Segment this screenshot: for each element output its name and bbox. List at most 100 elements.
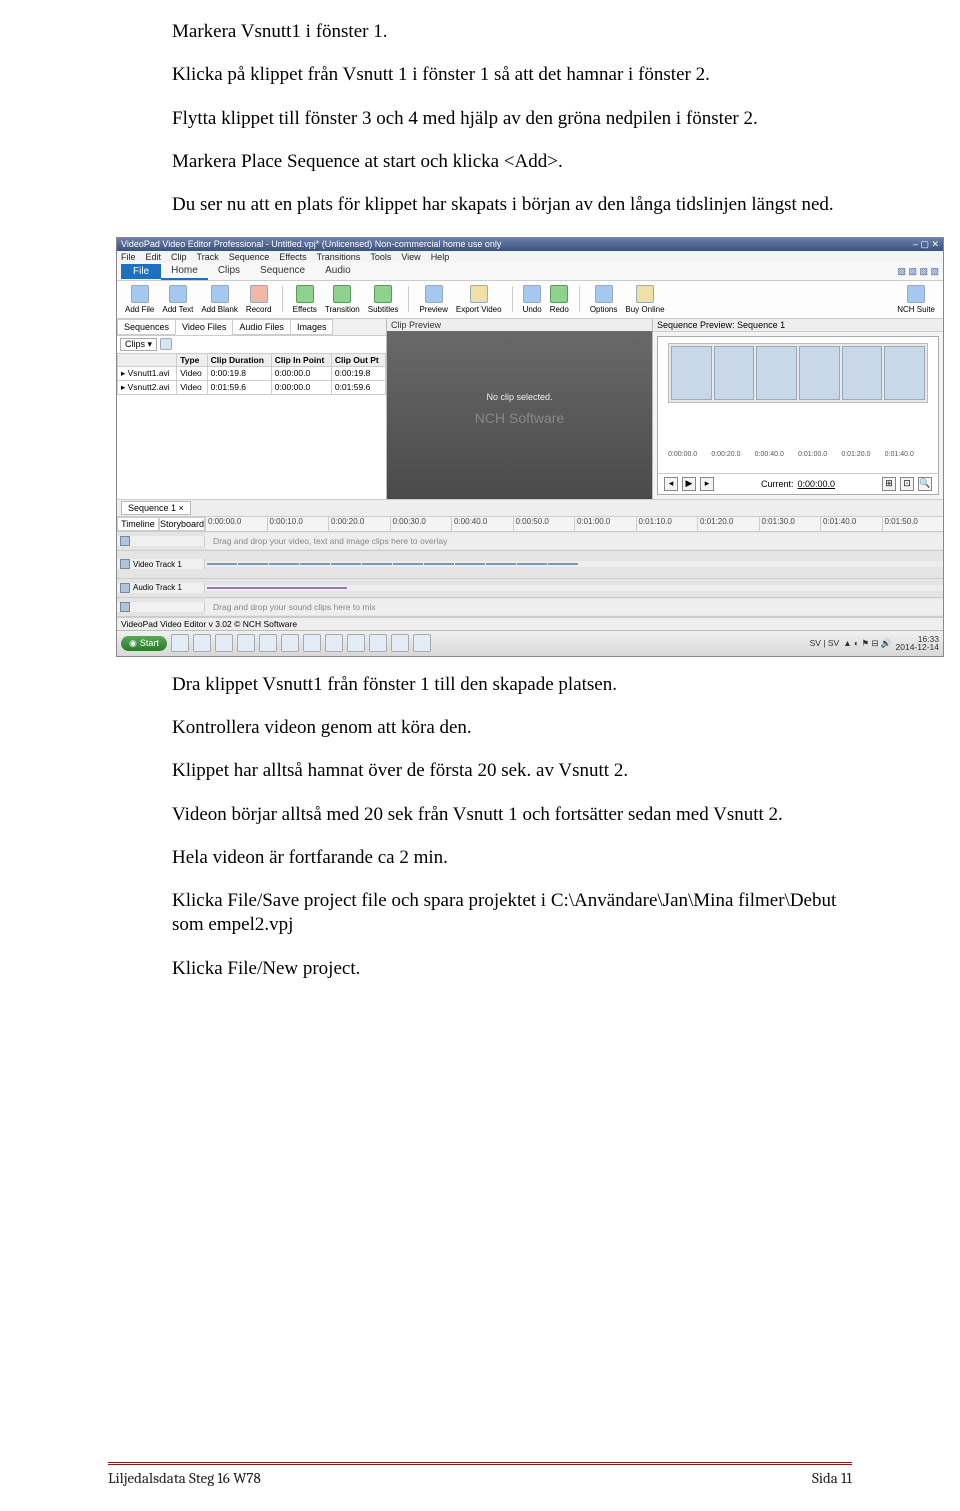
menu-sequence[interactable]: Sequence	[229, 252, 270, 262]
start-button[interactable]: ◉ Start	[121, 636, 167, 651]
clip-thumb[interactable]	[207, 563, 237, 565]
menu-help[interactable]: Help	[431, 252, 450, 262]
clip-thumb[interactable]	[362, 563, 392, 565]
clip-cell: 0:00:00.0	[271, 380, 331, 394]
clips-dropdown[interactable]: Clips ▾	[120, 338, 157, 351]
prev-button[interactable]: ◂	[664, 477, 678, 491]
taskbar-app-icon[interactable]	[325, 634, 343, 652]
ribbon-tab-sequence[interactable]: Sequence	[250, 263, 315, 280]
taskbar-app-icon[interactable]	[369, 634, 387, 652]
paragraph: Videon börjar alltså med 20 sek från Vsn…	[172, 803, 852, 827]
clip-thumb[interactable]	[331, 563, 361, 565]
toolbar-label: Record	[246, 305, 272, 314]
video-track[interactable]: Video Track 1	[117, 551, 943, 579]
clip-thumb[interactable]	[424, 563, 454, 565]
buy-online-icon	[636, 285, 654, 303]
timeline-mode-timeline[interactable]: Timeline	[117, 517, 159, 531]
effects-button[interactable]: Effects	[291, 285, 319, 314]
audio-track[interactable]: Audio Track 1	[117, 579, 943, 598]
nch-label: NCH Suite	[897, 305, 935, 314]
menu-edit[interactable]: Edit	[146, 252, 162, 262]
taskbar-app-icon[interactable]	[391, 634, 409, 652]
taskbar-app-icon[interactable]	[347, 634, 365, 652]
ruler-tick: 0:00:40.0	[755, 451, 798, 458]
clip-row[interactable]: ▸ Vsnutt2.aviVideo0:01:59.60:00:00.00:01…	[118, 380, 386, 394]
menu-view[interactable]: View	[401, 252, 420, 262]
zoom-icon[interactable]: 🔍	[918, 477, 932, 491]
taskbar-app-icon[interactable]	[237, 634, 255, 652]
tool2-icon[interactable]: ⊡	[900, 477, 914, 491]
bin-tab-video-files[interactable]: Video Files	[175, 319, 233, 335]
clip-cell: 0:00:00.0	[271, 366, 331, 380]
sequence-tab[interactable]: Sequence 1 ×	[121, 501, 191, 515]
menu-tools[interactable]: Tools	[370, 252, 391, 262]
preview-button[interactable]: Preview	[417, 285, 449, 314]
ruler-tick: 0:01:30.0	[759, 517, 821, 531]
redo-button[interactable]: Redo	[548, 285, 571, 314]
clip-thumb[interactable]	[300, 563, 330, 565]
play-button[interactable]: ▶	[682, 477, 696, 491]
clip-row[interactable]: ▸ Vsnutt1.aviVideo0:00:19.80:00:00.00:00…	[118, 366, 386, 380]
file-tab[interactable]: File	[121, 264, 161, 279]
menu-clip[interactable]: Clip	[171, 252, 187, 262]
taskbar-app-icon[interactable]	[413, 634, 431, 652]
taskbar-app-icon[interactable]	[259, 634, 277, 652]
overlay-track[interactable]: Drag and drop your video, text and image…	[117, 532, 943, 551]
ruler-tick: 0:01:00.0	[574, 517, 636, 531]
add-file-button[interactable]: Add File	[123, 285, 156, 314]
ruler-tick: 0:00:00.0	[668, 451, 711, 458]
column-header: Type	[177, 353, 207, 366]
menu-file[interactable]: File	[121, 252, 136, 262]
add-text-button[interactable]: Add Text	[160, 285, 195, 314]
clip-preview-header: Clip Preview	[387, 319, 652, 331]
clip-thumb[interactable]	[486, 563, 516, 565]
clip-cell: Video	[177, 366, 207, 380]
sound-track[interactable]: Drag and drop your sound clips here to m…	[117, 598, 943, 617]
tray-lang: SV | SV	[810, 638, 840, 648]
taskbar-app-icon[interactable]	[193, 634, 211, 652]
taskbar-app-icon[interactable]	[215, 634, 233, 652]
clip-thumb[interactable]	[238, 563, 268, 565]
menu-effects[interactable]: Effects	[279, 252, 306, 262]
toolbar-label: Add Text	[162, 305, 193, 314]
paragraph: Klicka File/New project.	[172, 957, 852, 981]
add-icon[interactable]	[160, 338, 172, 350]
ribbon-tab-audio[interactable]: Audio	[315, 263, 361, 280]
nch-suite-button[interactable]: NCH Suite	[895, 285, 937, 314]
bin-tab-sequences[interactable]: Sequences	[117, 319, 176, 335]
clip-cell: ▸ Vsnutt2.avi	[118, 380, 177, 394]
clip-thumb[interactable]	[393, 563, 423, 565]
sound-hint: Drag and drop your sound clips here to m…	[205, 599, 943, 615]
paragraph: Klicka File/Save project file och spara …	[172, 889, 852, 938]
timeline-mode-storyboard[interactable]: Storyboard	[159, 517, 205, 531]
bin-tab-audio-files[interactable]: Audio Files	[232, 319, 291, 335]
undo-button[interactable]: Undo	[521, 285, 544, 314]
audio-clip[interactable]	[207, 587, 347, 589]
subtitles-button[interactable]: Subtitles	[366, 285, 401, 314]
export-video-button[interactable]: Export Video	[454, 285, 504, 314]
paragraph: Hela videon är fortfarande ca 2 min.	[172, 846, 852, 870]
ribbon-tab-home[interactable]: Home	[161, 263, 208, 280]
toolbar-label: Buy Online	[625, 305, 664, 314]
toolbar-label: Add File	[125, 305, 154, 314]
clip-thumb[interactable]	[548, 563, 578, 565]
paragraph: Markera Place Sequence at start och klic…	[172, 150, 852, 174]
clip-thumb[interactable]	[269, 563, 299, 565]
transition-button[interactable]: Transition	[323, 285, 362, 314]
tool1-icon[interactable]: ⊞	[882, 477, 896, 491]
window-controls: – ▢ ✕	[913, 239, 939, 250]
menu-transitions[interactable]: Transitions	[317, 252, 361, 262]
add-blank-button[interactable]: Add Blank	[199, 285, 239, 314]
clip-thumb[interactable]	[517, 563, 547, 565]
menu-track[interactable]: Track	[197, 252, 219, 262]
clip-thumb[interactable]	[455, 563, 485, 565]
buy-online-button[interactable]: Buy Online	[623, 285, 666, 314]
taskbar-app-icon[interactable]	[171, 634, 189, 652]
next-button[interactable]: ▸	[700, 477, 714, 491]
ribbon-tab-clips[interactable]: Clips	[208, 263, 250, 280]
record-button[interactable]: Record	[244, 285, 274, 314]
taskbar-app-icon[interactable]	[303, 634, 321, 652]
options-button[interactable]: Options	[588, 285, 620, 314]
bin-tab-images[interactable]: Images	[290, 319, 334, 335]
taskbar-app-icon[interactable]	[281, 634, 299, 652]
